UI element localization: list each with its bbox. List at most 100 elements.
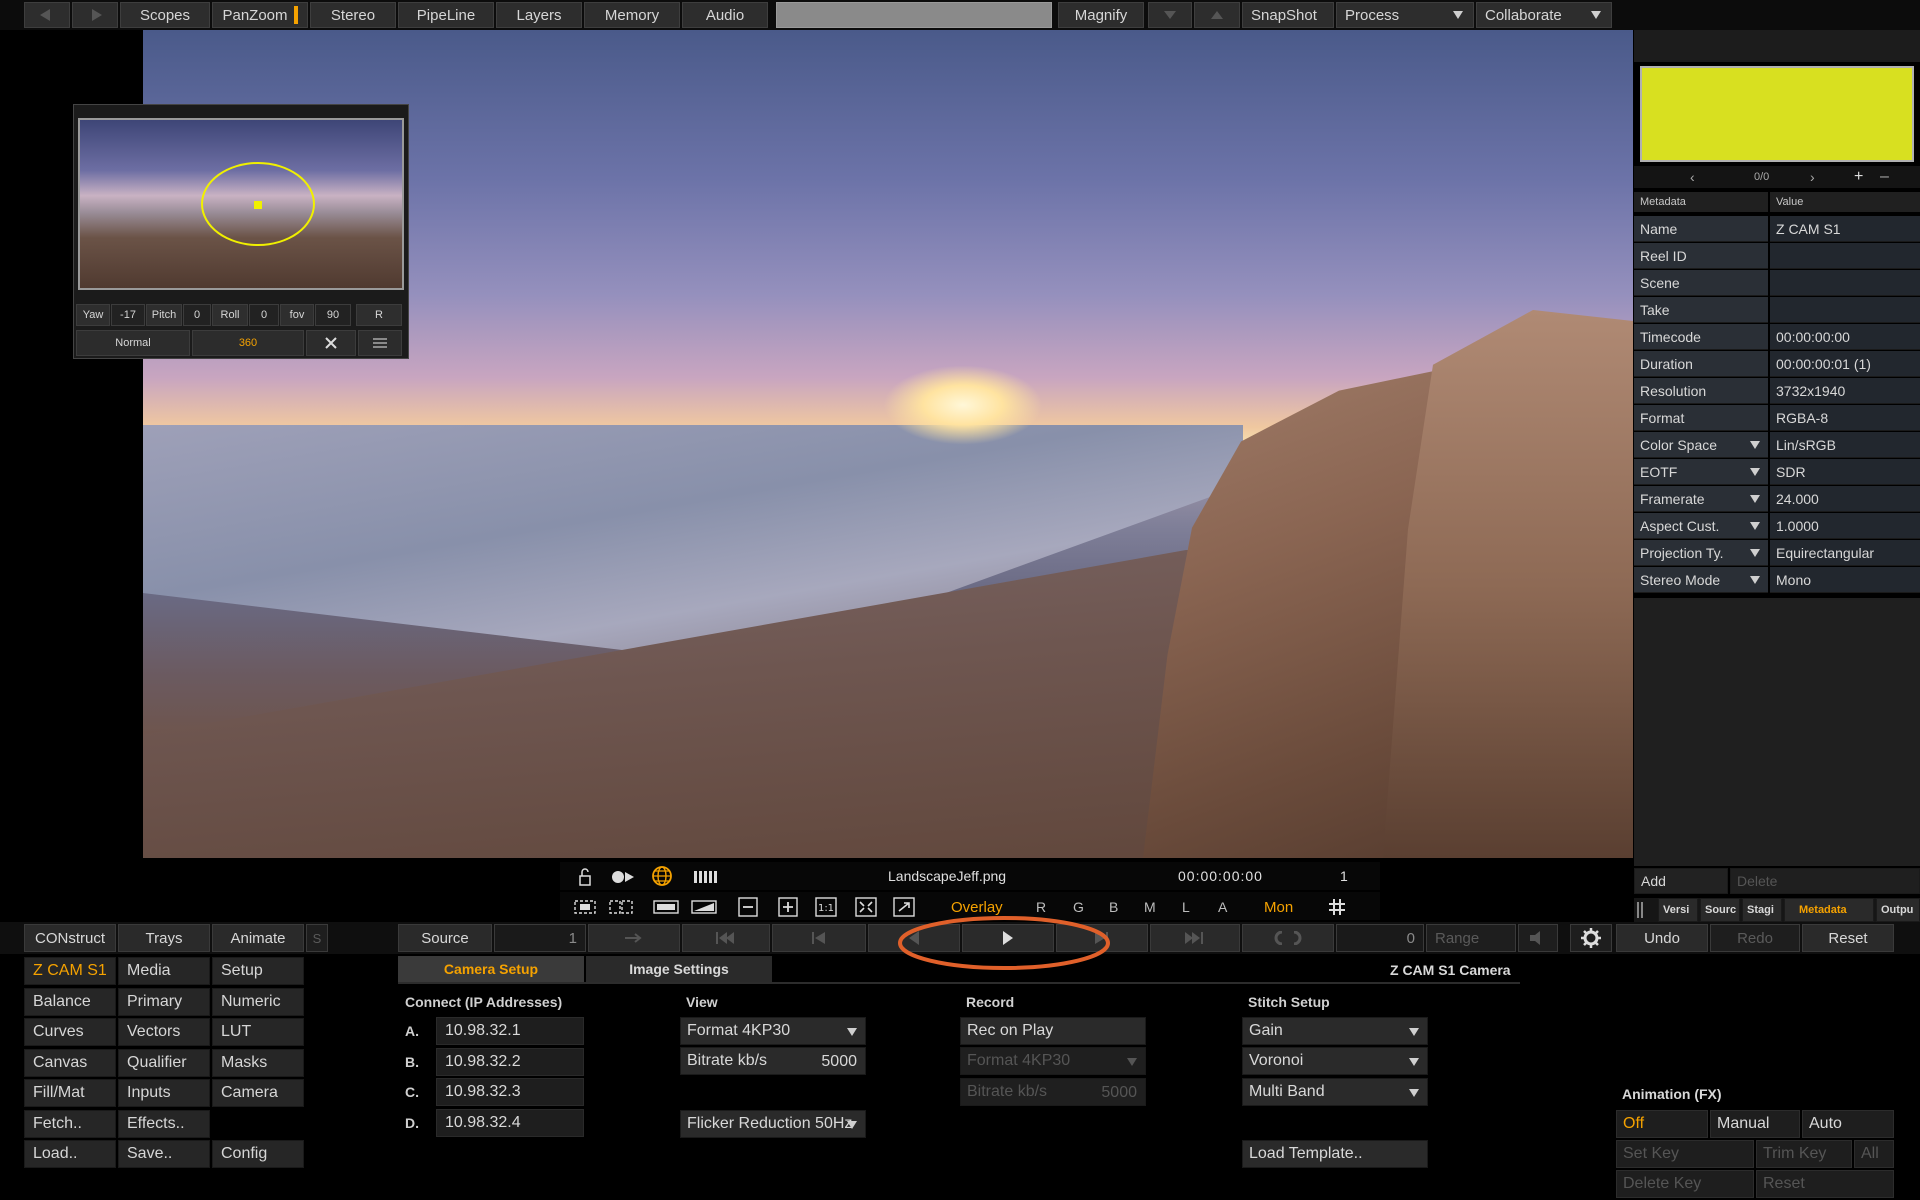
metadata-value[interactable]: Equirectangular [1770,540,1920,566]
panzoom-thumbnail[interactable] [78,118,404,290]
move-up-button[interactable] [1194,2,1240,28]
panel-menu-button[interactable] [358,330,402,356]
tab-metadata[interactable]: Metadata [1784,898,1874,922]
snapshot-button[interactable]: SnapShot [1242,2,1334,28]
prev-arrow-icon[interactable]: ‹ [1690,169,1695,185]
toolbar-panzoom[interactable]: PanZoom [212,2,308,28]
tab-versions[interactable]: Versi [1658,898,1698,922]
tab-staging[interactable]: Stagi [1742,898,1782,922]
metadata-value[interactable]: Lin/sRGB [1770,432,1920,458]
process-dropdown[interactable]: Process [1336,2,1474,28]
next-arrow-icon[interactable]: › [1810,169,1815,185]
mon-toggle[interactable]: Mon [1264,899,1293,916]
menu-effects[interactable]: Effects.. [118,1109,210,1138]
lock-icon[interactable] [574,866,596,888]
add-swatch-button[interactable]: + [1854,168,1863,186]
grid-icon[interactable] [1326,896,1348,918]
panzoom-reset-button[interactable]: R [356,304,402,326]
zoom-fit-icon[interactable] [854,896,878,918]
chevron-down-icon[interactable] [1750,549,1760,557]
menu-lut[interactable]: LUT [212,1018,304,1046]
yaw-value[interactable]: -17 [111,304,145,326]
ip-address-input[interactable]: 10.98.32.2 [436,1047,584,1076]
source-button[interactable]: Source [398,924,492,952]
menu-qualifier[interactable]: Qualifier [118,1048,210,1077]
menu-load[interactable]: Load.. [24,1140,116,1168]
metadata-value[interactable]: SDR [1770,459,1920,485]
in-out-button[interactable] [1242,924,1334,952]
toolbar-slider[interactable] [776,2,1052,28]
chevron-down-icon[interactable] [1750,468,1760,476]
menu-vectors[interactable]: Vectors [118,1018,210,1046]
rec-format-dropdown[interactable]: Format 4KP30 [960,1047,1146,1075]
fov-value[interactable]: 90 [315,304,351,326]
ip-address-input[interactable]: 10.98.32.4 [436,1108,584,1137]
back-button[interactable] [24,2,70,28]
chevron-down-icon[interactable] [1750,495,1760,503]
metadata-value[interactable]: Z CAM S1 [1770,216,1920,242]
menu-masks[interactable]: Masks [212,1048,304,1077]
menu-inputs[interactable]: Inputs [118,1079,210,1107]
move-down-button[interactable] [1148,2,1192,28]
menu-z-cam-s1[interactable]: Z CAM S1 [24,957,116,985]
metadata-value[interactable]: 1.0000 [1770,513,1920,539]
anim-auto-button[interactable]: Auto [1802,1110,1894,1138]
set-key-button[interactable]: Set Key [1616,1140,1754,1168]
metadata-value[interactable] [1770,297,1920,323]
magnify-button[interactable]: Magnify [1058,2,1144,28]
channel-b[interactable]: B [1109,899,1118,915]
remove-swatch-button[interactable]: – [1880,168,1889,186]
zoom-out-icon[interactable] [736,896,760,918]
tab-source[interactable]: Sourc [1700,898,1740,922]
first-frame-button[interactable] [682,924,770,952]
undo-button[interactable]: Undo [1616,924,1708,952]
chevron-down-icon[interactable] [1750,576,1760,584]
menu-config[interactable]: Config [212,1140,304,1168]
toolbar-pipeline[interactable]: PipeLine [398,2,494,28]
menu-numeric[interactable]: Numeric [212,987,304,1016]
trays-button[interactable]: Trays [118,924,210,952]
step-back-button[interactable] [772,924,866,952]
toolbar-layers[interactable]: Layers [496,2,582,28]
menu-fetch[interactable]: Fetch.. [24,1109,116,1138]
channel-l[interactable]: L [1182,899,1190,915]
collaborate-dropdown[interactable]: Collaborate [1476,2,1612,28]
voronoi-dropdown[interactable]: Voronoi [1242,1047,1428,1075]
anim-manual-button[interactable]: Manual [1710,1110,1800,1138]
toolbar-audio[interactable]: Audio [682,2,768,28]
tab-image-settings[interactable]: Image Settings [586,956,772,982]
chevron-down-icon[interactable] [1750,522,1760,530]
record-play-icon[interactable] [610,866,636,888]
ip-address-input[interactable]: 10.98.32.1 [436,1017,584,1045]
menu-curves[interactable]: Curves [24,1018,116,1046]
levels-icon[interactable] [692,866,722,888]
view-format-dropdown[interactable]: Format 4KP30 [680,1017,866,1045]
add-metadata-button[interactable]: Add [1634,868,1728,894]
fov-center-handle[interactable] [254,201,262,209]
safe-frame-icon[interactable] [608,896,634,918]
normal-mode-button[interactable]: Normal [76,330,190,356]
flicker-reduction-dropdown[interactable]: Flicker Reduction 50Hz [680,1110,866,1138]
forward-button[interactable] [72,2,118,28]
view-bitrate-field[interactable]: Bitrate kb/s 5000 [680,1047,866,1075]
metadata-value[interactable]: 00:00:00:01 (1) [1770,351,1920,377]
split-view-icon[interactable] [652,896,680,918]
menu-save[interactable]: Save.. [118,1140,210,1168]
globe-icon[interactable] [650,865,674,887]
delete-key-button[interactable]: Delete Key [1616,1170,1754,1198]
metadata-value[interactable]: RGBA-8 [1770,405,1920,431]
roll-value[interactable]: 0 [249,304,279,326]
chevron-down-icon[interactable] [1750,441,1760,449]
load-template-button[interactable]: Load Template.. [1242,1140,1428,1168]
construct-button[interactable]: CONstruct [24,924,116,952]
fit-frame-icon[interactable] [572,896,598,918]
jump-button[interactable] [588,924,680,952]
reset-button[interactable]: Reset [1802,924,1894,952]
animate-button[interactable]: Animate [212,924,304,952]
multiband-dropdown[interactable]: Multi Band [1242,1078,1428,1106]
tab-camera-setup[interactable]: Camera Setup [398,956,584,982]
start-frame-field[interactable]: 1 [494,924,586,952]
pitch-value[interactable]: 0 [183,304,211,326]
last-frame-button[interactable] [1150,924,1240,952]
menu-canvas[interactable]: Canvas [24,1048,116,1077]
